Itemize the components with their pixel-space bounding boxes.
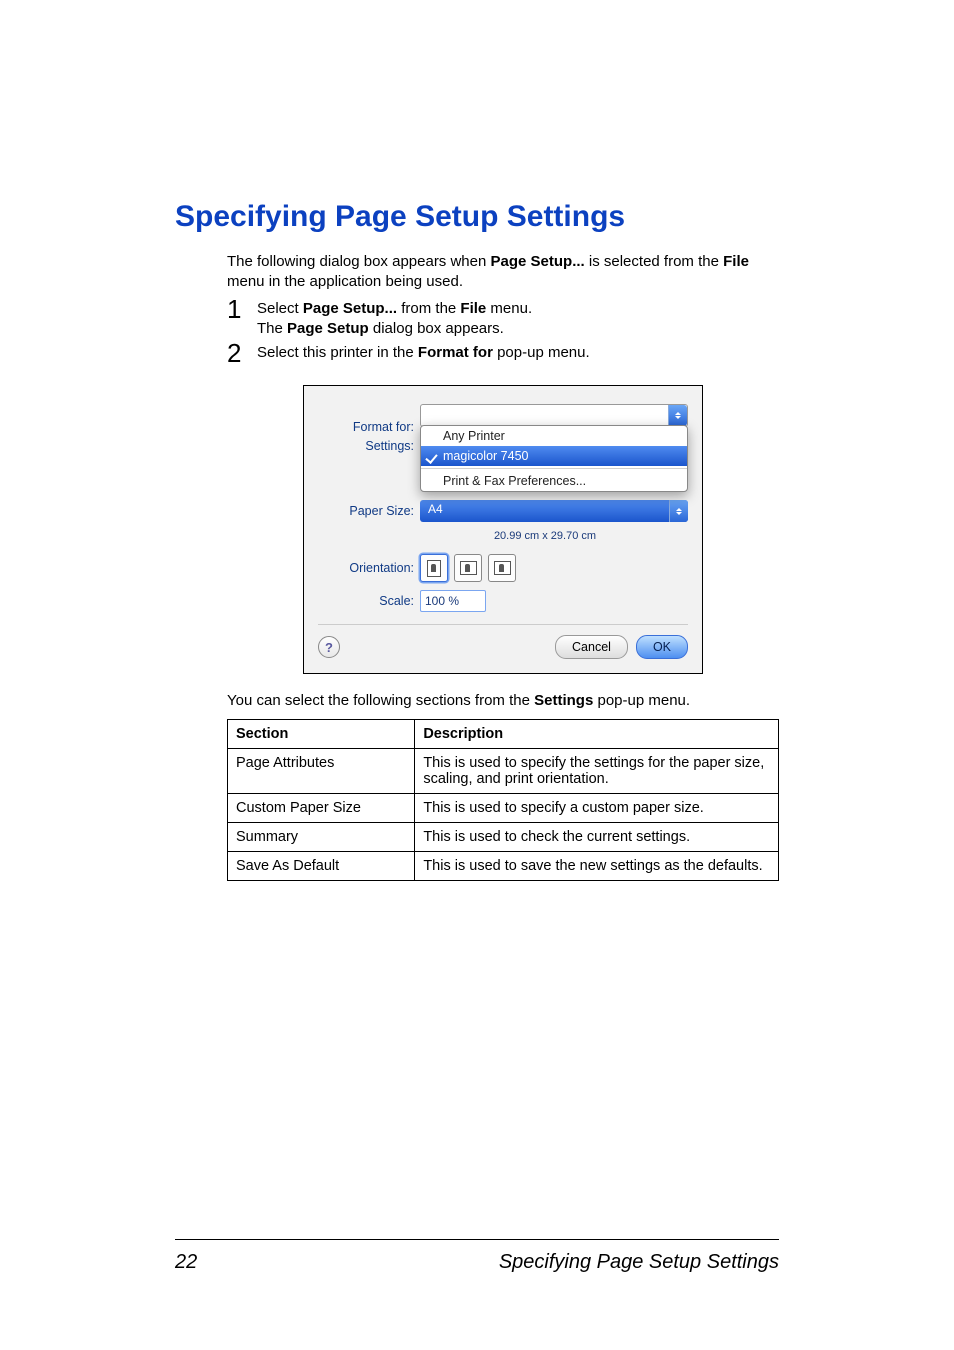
format-for-option-magicolor-7450[interactable]: magicolor 7450 (421, 446, 687, 466)
after-dialog-text: You can select the following sections fr… (227, 692, 779, 709)
orientation-label: Orientation: (318, 561, 420, 575)
settings-label: Settings: (318, 439, 420, 453)
chevron-updown-icon (669, 500, 688, 522)
scale-label: Scale: (318, 594, 420, 608)
cancel-button[interactable]: Cancel (555, 635, 628, 659)
running-footer-title: Specifying Page Setup Settings (499, 1251, 779, 1274)
format-for-option-any-printer[interactable]: Any Printer (421, 426, 687, 446)
page-setup-dialog: Settings: Page Attributes Format for: An… (303, 385, 703, 674)
intro-paragraph: The following dialog box appears when Pa… (227, 252, 779, 293)
scale-input[interactable] (420, 590, 486, 612)
format-for-option-print-fax-prefs[interactable]: Print & Fax Preferences... (421, 471, 687, 491)
format-for-label: Format for: (318, 420, 420, 434)
th-description: Description (415, 720, 779, 749)
orientation-landscape-reverse-button[interactable] (488, 554, 516, 582)
paper-size-dimensions: 20.99 cm x 29.70 cm (420, 530, 670, 542)
format-for-popup-menu[interactable]: Any Printer magicolor 7450 Print & Fax P… (420, 425, 688, 492)
footer-rule (175, 1239, 779, 1240)
paper-size-label: Paper Size: (318, 504, 420, 518)
sections-table: Section Description Page AttributesThis … (227, 719, 779, 881)
table-row: Page AttributesThis is used to specify t… (228, 749, 779, 794)
paper-size-select[interactable]: A4 (420, 500, 688, 522)
orientation-landscape-button[interactable] (454, 554, 482, 582)
table-row: Save As DefaultThis is used to save the … (228, 852, 779, 881)
table-row: SummaryThis is used to check the current… (228, 823, 779, 852)
step-2: 2 Select this printer in the Format for … (227, 343, 779, 369)
help-button[interactable]: ? (318, 636, 340, 658)
th-section: Section (228, 720, 415, 749)
step-1: 1 Select Page Setup... from the File men… (227, 299, 779, 340)
ok-button[interactable]: OK (636, 635, 688, 659)
table-row: Custom Paper SizeThis is used to specify… (228, 794, 779, 823)
section-heading: Specifying Page Setup Settings (175, 200, 779, 234)
orientation-portrait-button[interactable] (420, 554, 448, 582)
page-number: 22 (175, 1251, 197, 1274)
step-number: 1 (227, 296, 253, 322)
step-number: 2 (227, 340, 253, 366)
step-list: 1 Select Page Setup... from the File men… (227, 299, 779, 370)
